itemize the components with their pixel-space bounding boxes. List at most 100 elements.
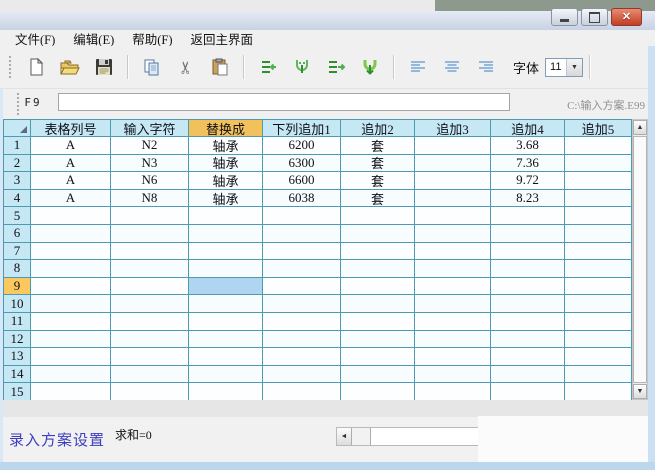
table-cell[interactable]: 7.36 <box>491 155 565 173</box>
row-header[interactable]: 15 <box>4 383 31 400</box>
row-header[interactable]: 3 <box>4 172 31 190</box>
table-cell[interactable] <box>31 260 111 278</box>
row-header[interactable]: 12 <box>4 331 31 349</box>
table-cell[interactable]: 8.23 <box>491 190 565 208</box>
table-cell[interactable] <box>341 295 415 313</box>
new-file-button[interactable] <box>23 54 49 80</box>
row-header[interactable]: 4 <box>4 190 31 208</box>
horizontal-scrollbar[interactable]: ◄ <box>336 427 482 446</box>
row-header[interactable]: 13 <box>4 348 31 366</box>
table-cell[interactable] <box>111 366 189 384</box>
table-cell[interactable] <box>565 313 632 331</box>
table-cell[interactable] <box>415 295 491 313</box>
close-button[interactable]: ✕ <box>611 8 642 26</box>
table-cell[interactable] <box>341 313 415 331</box>
open-file-button[interactable] <box>57 54 83 80</box>
table-cell[interactable] <box>31 313 111 331</box>
table-cell[interactable] <box>341 225 415 243</box>
table-cell[interactable] <box>415 243 491 261</box>
table-cell[interactable] <box>189 313 263 331</box>
table-cell[interactable] <box>565 366 632 384</box>
table-cell[interactable] <box>111 383 189 400</box>
table-cell[interactable]: 6200 <box>263 137 341 155</box>
table-cell[interactable] <box>31 278 111 296</box>
horizontal-scroll-thumb[interactable] <box>352 428 371 445</box>
table-cell[interactable] <box>111 295 189 313</box>
table-cell[interactable] <box>415 383 491 400</box>
table-cell[interactable] <box>565 331 632 349</box>
table-cell[interactable] <box>491 366 565 384</box>
row-header[interactable]: 10 <box>4 295 31 313</box>
table-cell[interactable] <box>491 331 565 349</box>
table-cell[interactable] <box>263 383 341 400</box>
table-cell[interactable] <box>111 225 189 243</box>
table-cell[interactable] <box>263 207 341 225</box>
table-cell[interactable] <box>415 137 491 155</box>
maximize-button[interactable] <box>581 8 608 26</box>
table-cell[interactable]: 9.72 <box>491 172 565 190</box>
column-header[interactable]: 替换成 <box>189 120 263 137</box>
table-cell[interactable] <box>491 207 565 225</box>
table-cell[interactable]: 3.68 <box>491 137 565 155</box>
table-cell[interactable] <box>415 225 491 243</box>
table-cell[interactable] <box>263 366 341 384</box>
cut-button[interactable]: ✂ <box>173 54 199 80</box>
align-right-button[interactable] <box>473 54 499 80</box>
table-cell[interactable] <box>341 260 415 278</box>
table-cell[interactable] <box>189 295 263 313</box>
column-header[interactable]: 追加4 <box>491 120 565 137</box>
table-cell[interactable] <box>31 348 111 366</box>
dropdown-arrow-icon[interactable]: ▼ <box>566 59 582 76</box>
table-cell[interactable] <box>189 243 263 261</box>
table-cell[interactable] <box>341 207 415 225</box>
table-cell[interactable] <box>189 331 263 349</box>
table-cell[interactable] <box>565 207 632 225</box>
table-cell[interactable] <box>415 331 491 349</box>
select-all-corner[interactable] <box>4 120 31 137</box>
table-cell[interactable]: N8 <box>111 190 189 208</box>
table-cell[interactable]: 6038 <box>263 190 341 208</box>
table-cell[interactable] <box>263 260 341 278</box>
table-cell[interactable]: N3 <box>111 155 189 173</box>
table-cell[interactable] <box>565 348 632 366</box>
table-cell[interactable] <box>111 313 189 331</box>
table-cell[interactable]: 6600 <box>263 172 341 190</box>
table-cell[interactable] <box>111 260 189 278</box>
column-header[interactable]: 输入字符 <box>111 120 189 137</box>
table-cell[interactable] <box>415 155 491 173</box>
table-cell[interactable] <box>565 243 632 261</box>
table-cell[interactable] <box>565 383 632 400</box>
table-cell[interactable] <box>415 366 491 384</box>
row-header[interactable]: 9 <box>4 278 31 296</box>
vertical-scroll-thumb[interactable] <box>633 136 647 383</box>
table-cell[interactable] <box>189 366 263 384</box>
table-cell[interactable] <box>189 207 263 225</box>
scroll-up-button[interactable]: ▲ <box>633 120 647 135</box>
toolbar-grip[interactable] <box>8 55 12 79</box>
table-cell[interactable] <box>491 278 565 296</box>
align-center-button[interactable] <box>439 54 465 80</box>
table-cell[interactable] <box>189 260 263 278</box>
table-cell[interactable] <box>415 207 491 225</box>
table-cell[interactable]: 套 <box>341 190 415 208</box>
append-column-down-button[interactable] <box>357 54 383 80</box>
table-cell[interactable] <box>189 383 263 400</box>
scroll-left-button[interactable]: ◄ <box>337 428 352 445</box>
menu-file[interactable]: 文件(F) <box>6 29 64 48</box>
table-cell[interactable] <box>263 278 341 296</box>
table-cell[interactable] <box>263 331 341 349</box>
row-header[interactable]: 14 <box>4 366 31 384</box>
table-cell[interactable] <box>415 278 491 296</box>
copy-button[interactable] <box>139 54 165 80</box>
table-cell[interactable] <box>111 243 189 261</box>
table-cell[interactable] <box>263 313 341 331</box>
table-cell[interactable] <box>189 278 263 296</box>
table-cell[interactable] <box>31 331 111 349</box>
table-cell[interactable] <box>31 243 111 261</box>
table-cell[interactable] <box>31 207 111 225</box>
row-header[interactable]: 11 <box>4 313 31 331</box>
column-header[interactable]: 表格列号 <box>31 120 111 137</box>
table-cell[interactable] <box>341 383 415 400</box>
table-cell[interactable] <box>491 313 565 331</box>
table-cell[interactable] <box>565 190 632 208</box>
